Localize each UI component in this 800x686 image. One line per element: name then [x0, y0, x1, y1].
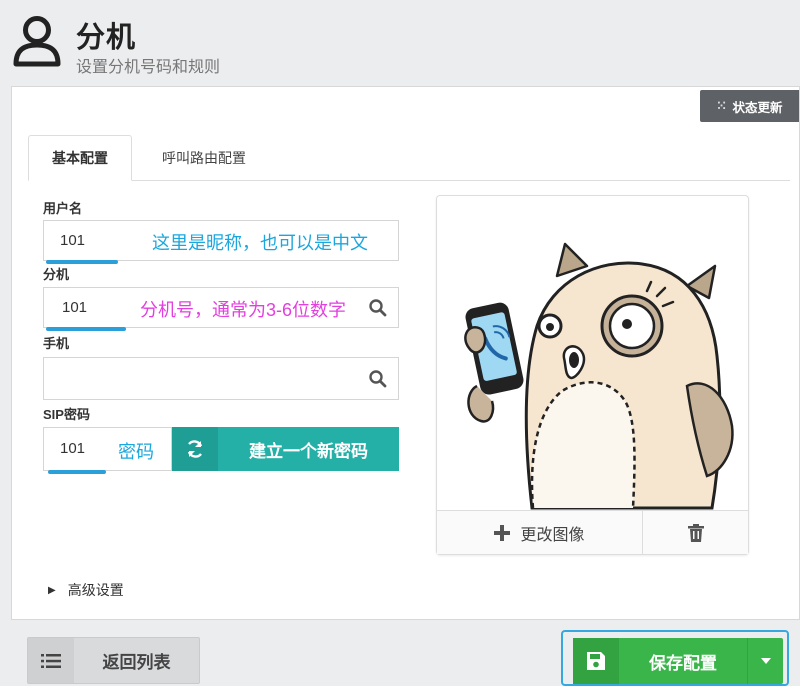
- extension-label: 分机: [43, 267, 70, 282]
- advanced-settings-label: 高级设置: [67, 582, 124, 598]
- save-button-focus-ring: 保存配置: [561, 630, 789, 686]
- page-title: 分机: [76, 22, 137, 54]
- tab-bar: 基本配置 呼叫路由配置: [28, 135, 790, 181]
- delete-image-button[interactable]: [643, 511, 748, 554]
- extension-hint: 分机号，通常为3-6位数字: [140, 300, 347, 320]
- change-image-label: 更改图像: [520, 527, 585, 544]
- chevron-down-icon[interactable]: [747, 638, 783, 684]
- tab-call-routing[interactable]: 呼叫路由配置: [148, 135, 260, 181]
- username-label: 用户名: [43, 201, 83, 216]
- floppy-icon: [573, 638, 619, 684]
- avatar-card: 更改图像: [436, 195, 749, 555]
- change-image-button[interactable]: 更改图像: [437, 511, 643, 555]
- extension-underline: [46, 327, 126, 331]
- save-config-button[interactable]: 保存配置: [573, 638, 783, 684]
- extension-value: 101: [62, 299, 88, 316]
- avatar-actions: 更改图像: [437, 510, 748, 555]
- advanced-settings-toggle[interactable]: ▶ 高级设置: [48, 580, 124, 600]
- spinner-icon: ⁙: [716, 99, 727, 113]
- mobile-label: 手机: [43, 336, 70, 351]
- mobile-field[interactable]: [43, 357, 399, 400]
- sip-password-hint: 密码: [118, 442, 154, 462]
- extension-field[interactable]: 101 分机号，通常为3-6位数字: [43, 287, 399, 331]
- owl-avatar-image: [464, 242, 734, 510]
- refresh-icon: [172, 427, 218, 471]
- sip-password-underline: [48, 470, 106, 474]
- trash-icon: [687, 523, 704, 542]
- username-hint: 这里是昵称，也可以是中文: [152, 233, 368, 253]
- search-icon[interactable]: [368, 298, 388, 318]
- username-field[interactable]: 101 这里是昵称，也可以是中文: [43, 220, 399, 264]
- sip-password-field[interactable]: 101 密码: [43, 427, 172, 474]
- username-value: 101: [60, 232, 86, 249]
- plus-icon: [494, 525, 511, 541]
- list-icon: [28, 638, 74, 683]
- generate-password-label: 建立一个新密码: [249, 441, 368, 461]
- user-outline-icon: [13, 16, 61, 67]
- sip-password-label: SIP密码: [43, 407, 90, 422]
- caret-right-icon: ▶: [48, 584, 56, 596]
- page-subtitle: 设置分机号码和规则: [76, 59, 221, 76]
- tab-basic-config[interactable]: 基本配置: [28, 135, 132, 181]
- back-to-list-button[interactable]: 返回列表: [27, 637, 200, 684]
- search-icon[interactable]: [368, 369, 388, 389]
- back-to-list-label: 返回列表: [102, 653, 171, 672]
- sip-password-group: 101 密码 建立一个新密码: [43, 427, 399, 474]
- status-update-label: 状态更新: [732, 100, 783, 115]
- status-update-button[interactable]: ⁙ 状态更新: [700, 90, 799, 122]
- sip-password-value: 101: [60, 440, 86, 457]
- generate-password-button[interactable]: 建立一个新密码: [172, 427, 399, 471]
- save-config-label: 保存配置: [649, 653, 717, 673]
- page-header: 分机 设置分机号码和规则: [0, 0, 800, 86]
